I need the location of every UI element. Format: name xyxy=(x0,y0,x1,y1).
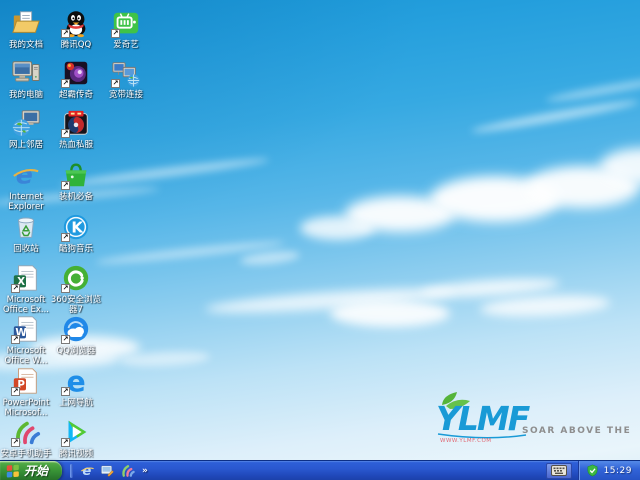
shortcut-arrow-icon: ↗ xyxy=(11,335,20,344)
desktop-icon-label: 回收站 xyxy=(13,244,39,254)
clock[interactable]: 15:29 xyxy=(604,466,632,476)
quick-launch-ie-small[interactable]: e xyxy=(80,463,95,478)
desktop-icon-my-documents[interactable]: 我的文档 xyxy=(2,8,50,58)
shortcut-arrow-icon: ↗ xyxy=(61,335,70,344)
desktop-icon-iqiyi[interactable]: ↗ 爱奇艺 xyxy=(102,8,150,58)
desktop-icon-label: 安卓手机助手 xyxy=(0,449,52,459)
quick-launch-bar: e» xyxy=(70,463,148,478)
browser360-icon: ↗ xyxy=(61,263,91,293)
ylmf-tagline-text: SOAR ABOVE THE SKY xyxy=(522,426,630,436)
powerpoint-icon: P ↗ xyxy=(11,366,41,396)
desktop-icon-nav-e[interactable]: e ↗ 上网导航 xyxy=(52,366,100,416)
shortcut-arrow-icon: ↗ xyxy=(61,284,70,293)
shortcut-arrow-icon: ↗ xyxy=(11,387,20,396)
desktop-icon-label: Internet Explorer xyxy=(8,192,44,212)
legend-game-icon: ↗ xyxy=(61,58,91,88)
desktop: 我的文档 ↗ 腾讯QQ ↗ 爱奇艺 我的电脑 ↗ 超霸传奇 ↗ 宽带连接 网上邻… xyxy=(0,0,640,480)
start-label: 开始 xyxy=(24,464,49,478)
desktop-icon-label: 腾讯QQ xyxy=(60,40,92,50)
desktop-icon-qq-browser[interactable]: ↗ QQ浏览器 xyxy=(52,314,100,364)
desktop-icon-network-places[interactable]: 网上邻居 xyxy=(2,108,50,158)
desktop-icon-private-server[interactable]: ↗ 热血私服 xyxy=(52,108,100,158)
cloud xyxy=(300,216,375,240)
cloud xyxy=(330,300,450,327)
desktop-icon-excel[interactable]: X ↗ Microsoft Office Ex... xyxy=(2,263,50,315)
desktop-icon-label: 热血私服 xyxy=(58,140,93,150)
my-computer-icon xyxy=(11,58,41,88)
ylmf-brand-text: YLMF xyxy=(436,399,531,438)
nav-e-icon: e ↗ xyxy=(61,366,91,396)
phone-assistant-icon: ↗ xyxy=(11,417,41,447)
green-shield-icon[interactable] xyxy=(586,464,599,477)
desktop-icon-label: Microsoft Office W... xyxy=(4,346,48,366)
desktop-icon-word[interactable]: W ↗ Microsoft Office W... xyxy=(2,314,50,366)
desktop-icon-label: 上网导航 xyxy=(58,398,93,408)
ylmf-logo: YLMF SOAR ABOVE THE SKY WWW.YLMF.COM xyxy=(430,392,640,450)
ie-icon: e xyxy=(11,160,41,190)
shortcut-arrow-icon: ↗ xyxy=(111,79,120,88)
desktop-icon-powerpoint[interactable]: P ↗ PowerPoint Microsof... xyxy=(2,366,50,418)
kugou-icon: K ↗ xyxy=(61,212,91,242)
svg-text:e: e xyxy=(16,160,33,189)
qq-browser-icon: ↗ xyxy=(61,314,91,344)
shortcut-arrow-icon: ↗ xyxy=(111,29,120,38)
desktop-icon-label: 宽带连接 xyxy=(108,90,143,100)
start-button[interactable]: 开始 xyxy=(0,460,62,480)
system-tray: 15:29 xyxy=(577,460,640,480)
language-bar[interactable] xyxy=(545,462,572,479)
recycle-bin-icon xyxy=(11,212,41,242)
desktop-icon-label: QQ浏览器 xyxy=(56,346,96,356)
desktop-icon-label: 我的电脑 xyxy=(8,90,43,100)
shortcut-arrow-icon: ↗ xyxy=(61,233,70,242)
desktop-icon-label: 超霸传奇 xyxy=(58,90,93,100)
ylmf-url-text: WWW.YLMF.COM xyxy=(440,438,492,444)
desktop-icon-label: PowerPoint Microsof... xyxy=(2,398,50,418)
desktop-icon-browser360[interactable]: ↗ 360安全浏览器7 xyxy=(51,263,101,315)
quick-launch-show-desktop[interactable] xyxy=(100,463,115,478)
network-places-icon xyxy=(11,108,41,138)
desktop-icon-kugou[interactable]: K ↗ 酷狗音乐 xyxy=(52,212,100,262)
desktop-icon-software-bag[interactable]: ↗ 装机必备 xyxy=(52,160,100,210)
word-icon: W ↗ xyxy=(11,314,41,344)
quick-launch-media-swoosh[interactable] xyxy=(120,463,135,478)
shortcut-arrow-icon: ↗ xyxy=(61,438,70,447)
desktop-icon-ie[interactable]: e Internet Explorer xyxy=(2,160,50,212)
shortcut-arrow-icon: ↗ xyxy=(61,181,70,190)
shortcut-arrow-icon: ↗ xyxy=(61,387,70,396)
shortcut-arrow-icon: ↗ xyxy=(11,438,20,447)
my-documents-icon xyxy=(11,8,41,38)
shortcut-arrow-icon: ↗ xyxy=(61,129,70,138)
quick-launch-overflow-chevron[interactable]: » xyxy=(142,466,148,476)
private-server-icon: ↗ xyxy=(61,108,91,138)
software-bag-icon: ↗ xyxy=(61,160,91,190)
desktop-icon-qq[interactable]: ↗ 腾讯QQ xyxy=(52,8,100,58)
shortcut-arrow-icon: ↗ xyxy=(11,284,20,293)
iqiyi-icon: ↗ xyxy=(111,8,141,38)
desktop-icon-label: 装机必备 xyxy=(58,192,93,202)
svg-text:K: K xyxy=(71,219,84,237)
taskbar: 开始 e» 15:29 xyxy=(0,460,640,480)
qq-icon: ↗ xyxy=(61,8,91,38)
tencent-video-icon: ↗ xyxy=(61,417,91,447)
desktop-icon-label: 腾讯视频 xyxy=(58,449,93,459)
excel-icon: X ↗ xyxy=(11,263,41,293)
quick-launch-handle[interactable] xyxy=(70,463,73,478)
desktop-icon-label: Microsoft Office Ex... xyxy=(2,295,50,315)
desktop-icon-label: 爱奇艺 xyxy=(113,40,139,50)
shortcut-arrow-icon: ↗ xyxy=(61,79,70,88)
keyboard-icon xyxy=(550,465,567,476)
svg-text:e: e xyxy=(82,464,91,478)
desktop-icon-label: 网上邻居 xyxy=(8,140,43,150)
desktop-icon-label: 360安全浏览器7 xyxy=(50,295,102,315)
desktop-icon-legend-game[interactable]: ↗ 超霸传奇 xyxy=(52,58,100,108)
shortcut-arrow-icon: ↗ xyxy=(61,29,70,38)
desktop-icon-my-computer[interactable]: 我的电脑 xyxy=(2,58,50,108)
desktop-icon-label: 我的文档 xyxy=(8,40,43,50)
broadband-icon: ↗ xyxy=(111,58,141,88)
desktop-icon-label: 酷狗音乐 xyxy=(58,244,93,254)
windows-flag-icon xyxy=(6,464,19,477)
desktop-icon-recycle-bin[interactable]: 回收站 xyxy=(2,212,50,262)
desktop-icon-broadband[interactable]: ↗ 宽带连接 xyxy=(102,58,150,108)
